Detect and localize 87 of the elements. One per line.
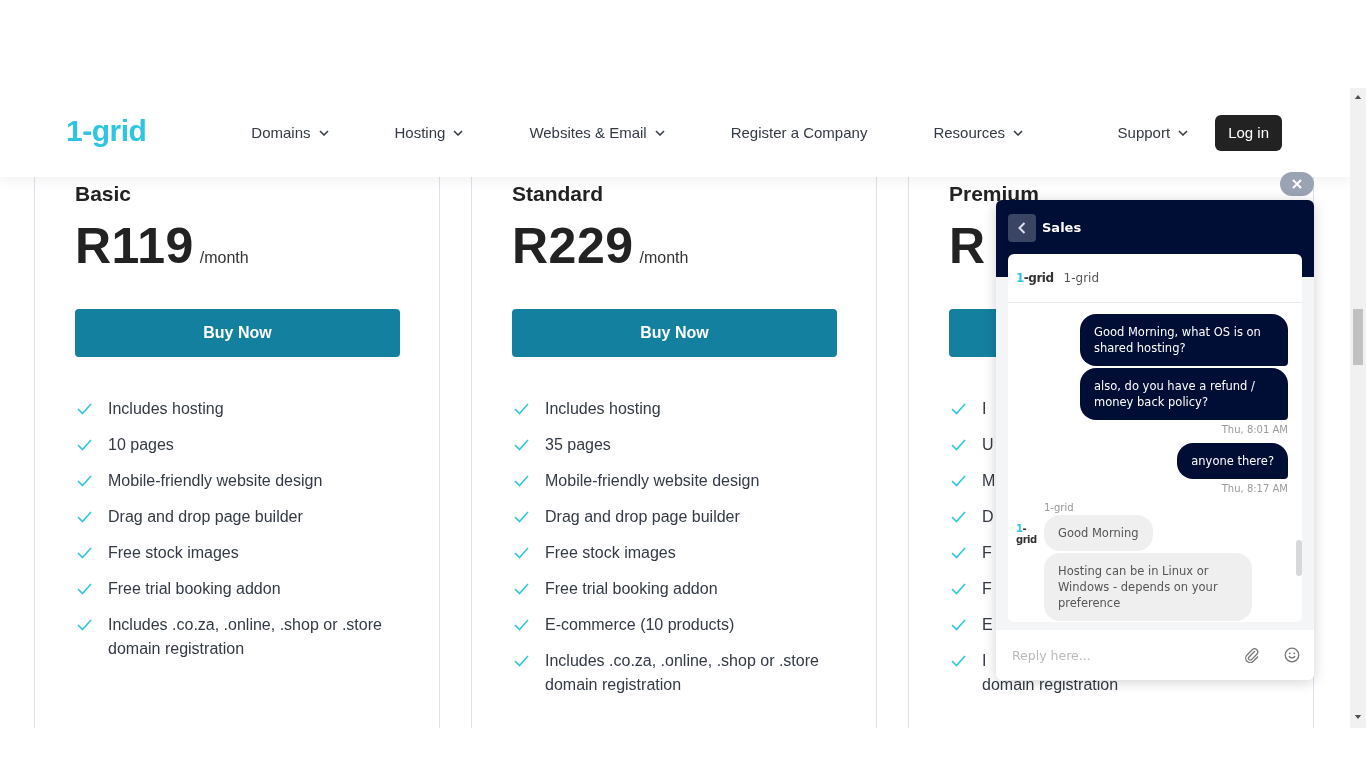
check-icon	[514, 583, 529, 595]
close-button[interactable]	[1280, 172, 1314, 196]
check-icon	[77, 403, 92, 415]
nav-link[interactable]: Domains	[251, 124, 329, 141]
scroll-up-icon[interactable]	[1354, 94, 1362, 99]
price: R229	[512, 217, 634, 275]
buy-button[interactable]: Buy Now	[75, 309, 400, 357]
feature-text: F	[982, 579, 992, 599]
check-icon	[514, 547, 529, 559]
sender-name: 1-grid	[1044, 502, 1074, 513]
plan-name: Premium	[949, 182, 1040, 207]
feature-text: Drag and drop page builder	[545, 507, 740, 527]
emoji-icon[interactable]	[1284, 647, 1300, 663]
plan-name: Basic	[75, 182, 133, 207]
paperclip-icon[interactable]	[1244, 647, 1260, 663]
scrollbar[interactable]	[1350, 88, 1366, 728]
check-icon	[951, 619, 966, 631]
timestamp: Thu, 8:01 AM	[1221, 424, 1288, 435]
check-icon	[514, 619, 529, 631]
nav-link[interactable]: Support	[1117, 124, 1189, 141]
chat-title: Sales	[1042, 219, 1082, 237]
feature-text: Free stock images	[108, 543, 239, 563]
check-icon	[77, 619, 92, 631]
feature-text: Mobile-friendly website design	[108, 471, 323, 491]
feature-text: M	[982, 471, 996, 491]
check-icon	[77, 511, 92, 523]
message-bubble: Good Morning, what OS is on shared hosting?	[1080, 314, 1288, 366]
nav-link[interactable]: Websites & Email	[529, 124, 665, 141]
check-icon	[77, 583, 92, 595]
price-period: /month	[639, 249, 689, 267]
feature-text: E	[982, 615, 993, 635]
check-icon	[951, 547, 966, 559]
feature-text: Drag and drop page builder	[108, 507, 303, 527]
feature-text: Includes .co.za, .online, .shop or .store domain registration	[545, 651, 820, 695]
scrollbar-thumb[interactable]	[1353, 309, 1363, 365]
check-icon	[951, 511, 966, 523]
feature-text: I	[982, 399, 987, 419]
check-icon	[514, 439, 529, 451]
scrollbar[interactable]	[1296, 540, 1302, 576]
login-button[interactable]: Log in	[1215, 114, 1282, 151]
feature-text: domain registration	[982, 675, 1119, 695]
back-button[interactable]	[1008, 214, 1036, 242]
chevron-left-icon	[1018, 222, 1026, 234]
feature-text: Includes hosting	[108, 399, 224, 419]
check-icon	[951, 583, 966, 595]
feature-text: 35 pages	[545, 435, 611, 455]
check-icon	[77, 439, 92, 451]
buy-button[interactable]: Buy Now	[512, 309, 837, 357]
feature-text: 10 pages	[108, 435, 174, 455]
scroll-down-icon[interactable]	[1354, 715, 1362, 720]
feature-text: I	[982, 651, 987, 671]
message-bubble: also, do you have a refund / money back policy?	[1080, 368, 1288, 420]
feature-text: Mobile-friendly website design	[545, 471, 760, 491]
timestamp: Thu, 8:17 AM	[1221, 483, 1288, 494]
message-bubble: Good Morning	[1044, 515, 1153, 551]
check-icon	[951, 439, 966, 451]
check-icon	[514, 511, 529, 523]
plan-name: Standard	[512, 182, 604, 207]
brand-logo: 1-grid	[1016, 523, 1038, 547]
price: R	[949, 217, 986, 275]
price-period: /month	[199, 249, 249, 267]
check-icon	[77, 475, 92, 487]
feature-text: Free trial booking addon	[108, 579, 281, 599]
nav-link[interactable]: Hosting	[394, 124, 464, 141]
feature-text: F	[982, 543, 992, 563]
price: R119	[75, 217, 194, 275]
agent-name: 1-grid	[1063, 271, 1100, 285]
check-icon	[514, 655, 529, 667]
message-bubble: anyone there?	[1177, 443, 1288, 479]
message-bubble: Hosting can be in Linux or Windows - depends on your preference	[1044, 553, 1252, 621]
check-icon	[951, 475, 966, 487]
check-icon	[77, 547, 92, 559]
feature-text: D	[982, 507, 994, 527]
feature-text: U	[982, 435, 994, 455]
brand-logo: 1-grid	[1016, 271, 1054, 285]
close-icon	[1292, 179, 1302, 189]
feature-text: Includes .co.za, .online, .shop or .store domain registration	[108, 615, 383, 659]
check-icon	[514, 475, 529, 487]
check-icon	[951, 655, 966, 667]
feature-text: Free trial booking addon	[545, 579, 718, 599]
feature-text: Free stock images	[545, 543, 676, 563]
nav-link[interactable]: Resources	[933, 124, 1024, 141]
nav-link[interactable]: Register a Company	[730, 124, 868, 141]
check-icon	[514, 403, 529, 415]
check-icon	[951, 403, 966, 415]
feature-text: Includes hosting	[545, 399, 661, 419]
feature-text: E-commerce (10 products)	[545, 615, 735, 635]
